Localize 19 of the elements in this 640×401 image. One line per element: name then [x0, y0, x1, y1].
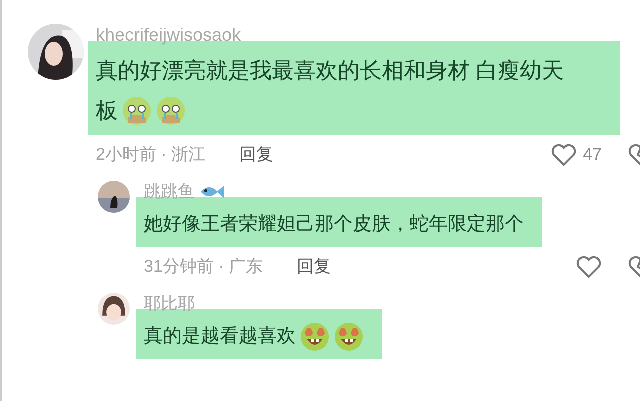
comment-time-location: 31分钟前 · 广东: [144, 256, 264, 278]
comment-text: 真的好漂亮就是我最喜欢的长相和身材 白瘦幼天: [96, 57, 564, 85]
crying-face-icon: [122, 96, 152, 126]
comment-time-location: 2小时前 · 浙江: [96, 144, 206, 166]
fish-icon: [199, 183, 225, 201]
heart-icon[interactable]: [576, 255, 602, 279]
comment-text: 真的是越看越喜欢: [144, 325, 296, 349]
reply-link[interactable]: 回复: [297, 254, 332, 280]
heart-eyes-face-icon: [334, 322, 364, 352]
like-count: 47: [583, 144, 602, 166]
user-name: 耶比耶: [144, 293, 195, 315]
comment-text: 她好像王者荣耀妲己那个皮肤，蛇年限定那个: [144, 213, 524, 237]
user-name: 跳跳鱼: [144, 181, 195, 203]
heart-icon[interactable]: [551, 143, 578, 167]
reply-link[interactable]: 回复: [240, 142, 274, 168]
user-name: khecrifeijwisosaok: [96, 24, 242, 46]
comment-text: 板: [96, 97, 118, 125]
crying-face-icon: [156, 96, 186, 126]
heart-eyes-face-icon: [300, 322, 330, 352]
